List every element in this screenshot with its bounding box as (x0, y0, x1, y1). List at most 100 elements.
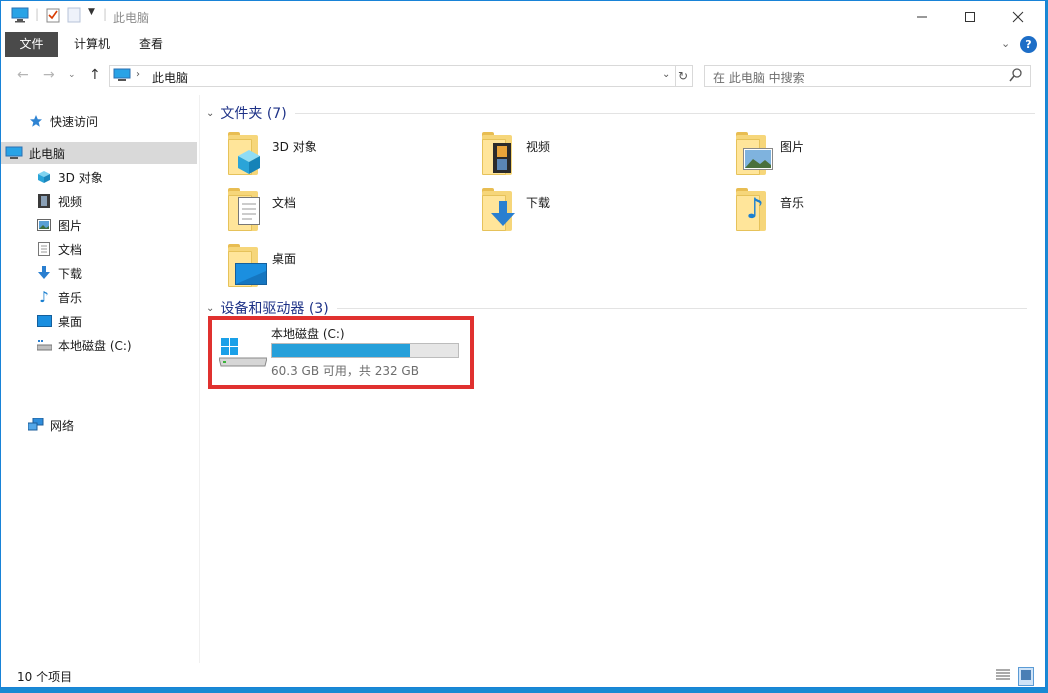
folder-documents[interactable]: 文档 (201, 187, 441, 239)
star-icon (28, 113, 44, 129)
tab-view[interactable]: 查看 (129, 32, 173, 57)
this-pc-icon (113, 68, 131, 86)
address-dropdown-icon[interactable]: ⌄ (662, 69, 670, 80)
search-placeholder: 在 此电脑 中搜索 (713, 71, 805, 85)
folder-icon (480, 187, 520, 233)
breadcrumb-chevron-icon: › (136, 69, 140, 80)
folders-group-header[interactable]: ⌄ 文件夹 (7) (206, 102, 1035, 124)
folder-label: 图片 (780, 140, 805, 154)
address-bar[interactable]: › 此电脑 ⌄ (109, 65, 676, 87)
folder-desktop[interactable]: 桌面 (201, 243, 441, 295)
folder-downloads[interactable]: 下载 (455, 187, 695, 239)
sidebar-item-downloads[interactable]: 下载 (1, 262, 197, 284)
drive-usage-fill (272, 344, 410, 357)
group-title: 设备和驱动器 (3) (220, 301, 329, 317)
sidebar-item-label: 桌面 (58, 314, 83, 329)
folder-label: 下载 (526, 196, 551, 210)
close-button[interactable] (995, 1, 1041, 32)
divider (294, 112, 1035, 114)
maximize-button[interactable] (947, 1, 993, 32)
folder-label: 3D 对象 (272, 140, 317, 154)
sidebar-item-label: 音乐 (58, 290, 83, 305)
sidebar-item-label: 本地磁盘 (C:) (58, 338, 132, 353)
status-bar: 10 个项目 (1, 663, 1045, 687)
network-icon (28, 417, 44, 433)
item-count: 10 个项目 (17, 670, 73, 684)
sidebar-item-label: 图片 (58, 218, 83, 233)
folder-label: 文档 (272, 196, 297, 210)
expand-ribbon-icon[interactable]: ⌄ (1001, 37, 1010, 50)
this-pc-icon (5, 145, 23, 161)
sidebar-item-label: 下载 (58, 266, 83, 281)
sidebar-item-pictures[interactable]: 图片 (1, 214, 197, 236)
group-title: 文件夹 (7) (220, 106, 287, 122)
music-note-icon: ♪ (39, 288, 49, 306)
refresh-button[interactable]: ↻ (674, 65, 693, 87)
search-icon[interactable] (1009, 67, 1023, 86)
sidebar-item-this-pc[interactable]: 此电脑 (1, 142, 197, 164)
drive-free-space: 60.3 GB 可用，共 232 GB (271, 364, 419, 378)
sidebar-item-desktop[interactable]: 桌面 (1, 310, 197, 332)
folder-label: 音乐 (780, 196, 805, 210)
back-arrow-icon[interactable]: ← (17, 67, 29, 83)
chevron-down-icon[interactable]: ⌄ (206, 303, 214, 314)
sidebar-item-label: 快速访问 (50, 114, 99, 129)
window-title: 此电脑 (113, 11, 150, 25)
forward-arrow-icon[interactable]: → (43, 67, 55, 83)
details-view-icon[interactable] (995, 668, 1011, 685)
picture-icon (36, 217, 52, 233)
navigation-bar: ← → ⌄ ↑ › 此电脑 ⌄ ↻ 在 此电脑 中搜索 (1, 58, 1045, 94)
windows-drive-icon (218, 338, 268, 371)
sidebar-item-local-disk[interactable]: 本地磁盘 (C:) (1, 334, 197, 356)
help-icon[interactable]: ? (1020, 36, 1037, 53)
explorer-window: | ▼ | 此电脑 文件 计算机 查看 ⌄ ? ← → ⌄ ↑ › 此电脑 ⌄ … (0, 0, 1046, 688)
drive-usage-bar (271, 343, 459, 358)
ribbon-tabs: 文件 计算机 查看 ⌄ ? (1, 32, 1045, 57)
desktop-icon (36, 313, 52, 329)
folder-3d-objects[interactable]: 3D 对象 (201, 131, 441, 183)
properties-icon[interactable] (45, 7, 61, 23)
up-arrow-icon[interactable]: ↑ (89, 67, 101, 83)
sidebar-item-videos[interactable]: 视频 (1, 190, 197, 212)
tab-computer[interactable]: 计算机 (65, 32, 119, 57)
folder-icon (226, 131, 266, 177)
customize-toolbar-icon[interactable]: ▼ (88, 7, 95, 17)
sidebar-item-label: 3D 对象 (58, 170, 103, 185)
minimize-button[interactable] (899, 1, 945, 32)
folder-pictures[interactable]: 图片 (709, 131, 949, 183)
breadcrumb-this-pc[interactable]: 此电脑 (152, 69, 188, 86)
sidebar-item-label: 此电脑 (29, 146, 66, 161)
folder-icon (226, 187, 266, 233)
drive-icon (36, 337, 52, 353)
tab-file[interactable]: 文件 (5, 32, 58, 57)
folder-icon (226, 243, 267, 289)
folder-label: 桌面 (272, 252, 297, 266)
drive-name: 本地磁盘 (C:) (271, 327, 345, 341)
recent-locations-icon[interactable]: ⌄ (68, 70, 76, 80)
download-arrow-icon (36, 265, 52, 281)
sidebar-item-label: 文档 (58, 242, 83, 257)
search-box[interactable]: 在 此电脑 中搜索 (704, 65, 1031, 87)
chevron-down-icon[interactable]: ⌄ (206, 108, 214, 119)
separator: | (103, 7, 108, 21)
large-icons-view-icon[interactable] (1018, 667, 1034, 686)
folder-icon: ♪ (734, 187, 774, 233)
folder-music[interactable]: ♪ 音乐 (709, 187, 949, 239)
this-pc-icon (11, 7, 29, 23)
document-icon (36, 241, 52, 257)
title-bar: | ▼ | 此电脑 (1, 1, 1045, 32)
new-folder-icon[interactable] (67, 7, 81, 23)
sidebar-item-3d-objects[interactable]: 3D 对象 (1, 166, 197, 188)
folder-label: 视频 (526, 140, 551, 154)
sidebar-item-label: 网络 (50, 418, 75, 433)
sidebar-item-label: 视频 (58, 194, 83, 209)
sidebar-item-quick-access[interactable]: 快速访问 (1, 110, 197, 132)
folder-videos[interactable]: 视频 (455, 131, 695, 183)
content-pane: ⌄ 文件夹 (7) 3D 对象 视频 图片 文档 下载 ♪ 音乐 桌面 ⌄ 设备… (201, 95, 1045, 663)
sidebar-item-network[interactable]: 网络 (1, 414, 197, 436)
music-note-icon: ♪ (746, 192, 764, 225)
folder-icon (480, 131, 520, 177)
sidebar-item-documents[interactable]: 文档 (1, 238, 197, 260)
film-icon (36, 193, 52, 209)
sidebar-item-music[interactable]: ♪ 音乐 (1, 286, 197, 308)
